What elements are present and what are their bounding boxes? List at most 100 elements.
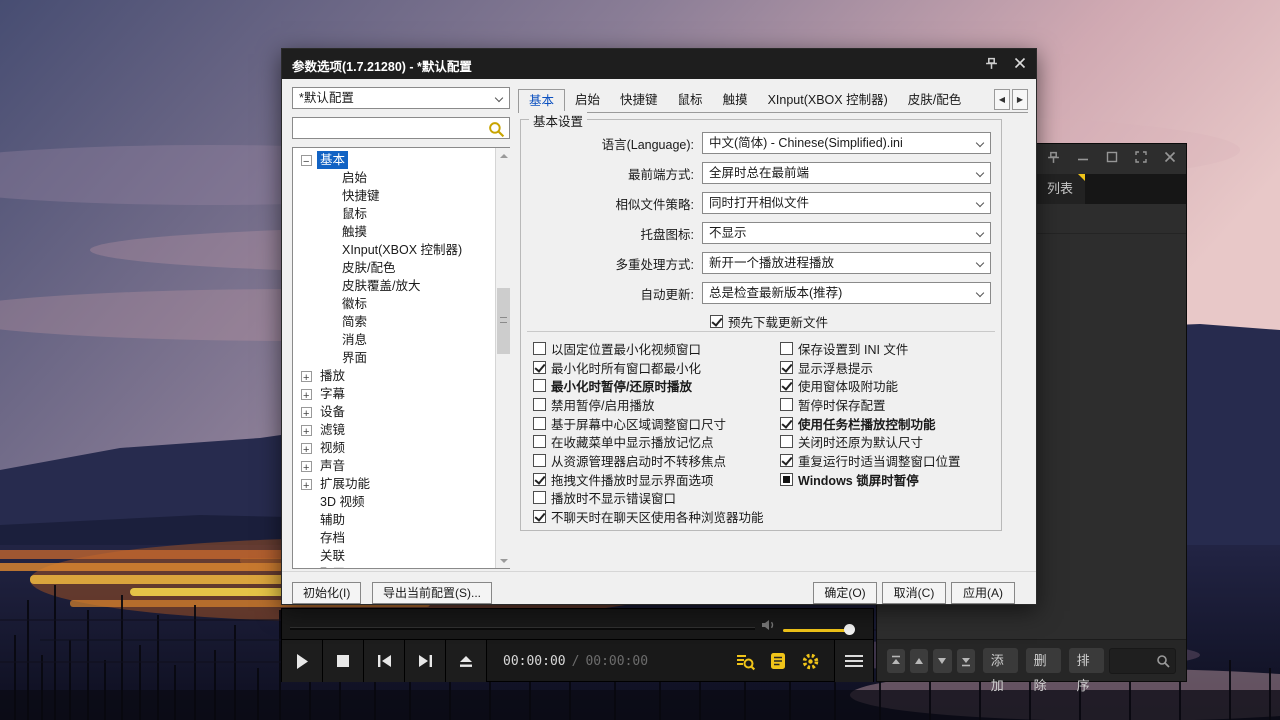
tree-item[interactable]: 皮肤覆盖/放大 bbox=[295, 277, 509, 295]
checkbox-row[interactable]: 不聊天时在聊天区使用各种浏览器功能 bbox=[533, 507, 775, 526]
checkbox[interactable] bbox=[780, 435, 793, 448]
tree-item[interactable]: 界面 bbox=[295, 349, 509, 367]
dropdown[interactable]: 中文(简体) - Chinese(Simplified).ini bbox=[702, 132, 991, 154]
tree-expand-icon[interactable] bbox=[301, 155, 312, 166]
checkbox[interactable] bbox=[533, 361, 546, 374]
tree-scrollbar[interactable] bbox=[495, 148, 510, 568]
checkbox[interactable] bbox=[533, 342, 546, 355]
checkbox-row[interactable]: 保存设置到 INI 文件 bbox=[780, 339, 998, 358]
checkbox-row[interactable]: 关闭时还原为默认尺寸 bbox=[780, 432, 998, 451]
move-top-button[interactable] bbox=[887, 649, 905, 673]
close-icon[interactable] bbox=[1014, 57, 1026, 70]
move-bottom-button[interactable] bbox=[957, 649, 975, 673]
checkbox[interactable] bbox=[780, 454, 793, 467]
checkbox[interactable] bbox=[780, 398, 793, 411]
play-button[interactable] bbox=[282, 640, 323, 682]
tree-item[interactable]: 滤镜 bbox=[295, 421, 509, 439]
tree-item[interactable]: 关联 bbox=[295, 547, 509, 565]
settings-search-input[interactable] bbox=[293, 118, 509, 138]
checkbox[interactable] bbox=[780, 473, 793, 486]
tree-item[interactable]: 快捷键 bbox=[295, 187, 509, 205]
checkbox[interactable] bbox=[533, 417, 546, 430]
checkbox-row[interactable]: 播放时不显示错误窗口 bbox=[533, 489, 775, 508]
dialog-titlebar[interactable]: 参数选项(1.7.21280) - *默认配置 bbox=[282, 49, 1036, 79]
sort-button[interactable]: 排序 bbox=[1069, 648, 1104, 673]
tree-item[interactable]: 3D 视频 bbox=[295, 493, 509, 511]
tree-expand-icon[interactable] bbox=[301, 425, 312, 436]
dropdown[interactable]: 同时打开相似文件 bbox=[702, 192, 991, 214]
tree-item[interactable]: 扩展功能 bbox=[295, 475, 509, 493]
tree-expand-icon[interactable] bbox=[301, 407, 312, 418]
checkbox-row[interactable]: 暂停时保存配置 bbox=[780, 395, 998, 414]
checkbox-row[interactable]: 使用任务栏播放控制功能 bbox=[780, 414, 998, 433]
pin-icon[interactable] bbox=[1047, 151, 1060, 164]
checkbox[interactable] bbox=[780, 379, 793, 392]
checkbox[interactable] bbox=[533, 491, 546, 504]
export-config-button[interactable]: 导出当前配置(S)... bbox=[372, 582, 492, 604]
checkbox[interactable] bbox=[533, 398, 546, 411]
maximize-icon[interactable] bbox=[1106, 151, 1118, 164]
tree-item[interactable]: 播放 bbox=[295, 367, 509, 385]
tab-scroll-right-icon[interactable]: ▶ bbox=[1012, 89, 1028, 110]
stop-button[interactable] bbox=[323, 640, 364, 682]
checkbox[interactable] bbox=[780, 417, 793, 430]
dialog-tab[interactable]: 触摸 bbox=[713, 89, 758, 112]
tree-item[interactable]: 配置 bbox=[295, 565, 509, 569]
dropdown[interactable]: 新开一个播放进程播放 bbox=[702, 252, 991, 274]
dialog-tab[interactable]: 皮肤/配色 bbox=[898, 89, 971, 112]
close-icon[interactable] bbox=[1164, 151, 1176, 164]
apply-button[interactable]: 应用(A) bbox=[951, 582, 1015, 604]
tree-item[interactable]: 皮肤/配色 bbox=[295, 259, 509, 277]
checkbox-row[interactable]: 最小化时所有窗口都最小化 bbox=[533, 358, 775, 377]
tree-item[interactable]: XInput(XBOX 控制器) bbox=[295, 241, 509, 259]
skip-forward-button[interactable] bbox=[405, 640, 446, 682]
tree-expand-icon[interactable] bbox=[301, 371, 312, 382]
expand-icon[interactable] bbox=[1135, 151, 1147, 164]
volume-slider[interactable] bbox=[783, 629, 847, 632]
tree-item[interactable]: 辅助 bbox=[295, 511, 509, 529]
settings-button[interactable] bbox=[801, 652, 820, 671]
tree-expand-icon[interactable] bbox=[301, 461, 312, 472]
checkbox-row[interactable]: 基于屏幕中心区域调整窗口尺寸 bbox=[533, 414, 775, 433]
move-down-button[interactable] bbox=[933, 649, 951, 673]
checkbox-row[interactable]: 拖拽文件播放时显示界面选项 bbox=[533, 470, 775, 489]
tree-item[interactable]: 鼠标 bbox=[295, 205, 509, 223]
log-button[interactable] bbox=[770, 652, 786, 670]
checkbox-row[interactable]: 以固定位置最小化视频窗口 bbox=[533, 339, 775, 358]
checkbox[interactable] bbox=[780, 342, 793, 355]
scroll-down-icon[interactable] bbox=[496, 553, 511, 568]
volume-knob[interactable] bbox=[844, 624, 855, 635]
add-button[interactable]: 添加 bbox=[983, 648, 1018, 673]
eject-button[interactable] bbox=[446, 640, 487, 682]
tab-scroll-left-icon[interactable]: ◀ bbox=[994, 89, 1010, 110]
profile-dropdown[interactable]: *默认配置 bbox=[292, 87, 510, 109]
checkbox[interactable] bbox=[533, 510, 546, 523]
scroll-up-icon[interactable] bbox=[496, 148, 511, 163]
tree-item[interactable]: 徽标 bbox=[295, 295, 509, 313]
tree-item[interactable]: 消息 bbox=[295, 331, 509, 349]
tree-item[interactable]: 字幕 bbox=[295, 385, 509, 403]
dialog-tab[interactable]: 鼠标 bbox=[668, 89, 713, 112]
tree-item[interactable]: 视频 bbox=[295, 439, 509, 457]
speaker-icon[interactable] bbox=[761, 618, 777, 637]
delete-button[interactable]: 删除 bbox=[1026, 648, 1061, 673]
tree-item[interactable]: 简索 bbox=[295, 313, 509, 331]
checkbox-row[interactable]: 从资源管理器启动时不转移焦点 bbox=[533, 451, 775, 470]
dialog-tab[interactable]: 基本 bbox=[518, 89, 565, 113]
checkbox[interactable] bbox=[533, 435, 546, 448]
tree-item[interactable]: 设备 bbox=[295, 403, 509, 421]
tree-item[interactable]: 基本 bbox=[295, 151, 509, 169]
dialog-tab[interactable]: 启始 bbox=[565, 89, 610, 112]
tree-item[interactable]: 触摸 bbox=[295, 223, 509, 241]
cancel-button[interactable]: 取消(C) bbox=[882, 582, 946, 604]
scrollbar-thumb[interactable] bbox=[497, 288, 510, 354]
checkbox[interactable] bbox=[710, 315, 723, 328]
tree-item[interactable]: 声音 bbox=[295, 457, 509, 475]
checkbox-row[interactable]: 使用窗体吸附功能 bbox=[780, 376, 998, 395]
dropdown[interactable]: 全屏时总在最前端 bbox=[702, 162, 991, 184]
checkbox[interactable] bbox=[533, 473, 546, 486]
checkbox-row[interactable]: 显示浮悬提示 bbox=[780, 358, 998, 377]
dropdown[interactable]: 不显示 bbox=[702, 222, 991, 244]
checkbox-row[interactable]: 在收藏菜单中显示播放记忆点 bbox=[533, 432, 775, 451]
checkbox[interactable] bbox=[533, 379, 546, 392]
